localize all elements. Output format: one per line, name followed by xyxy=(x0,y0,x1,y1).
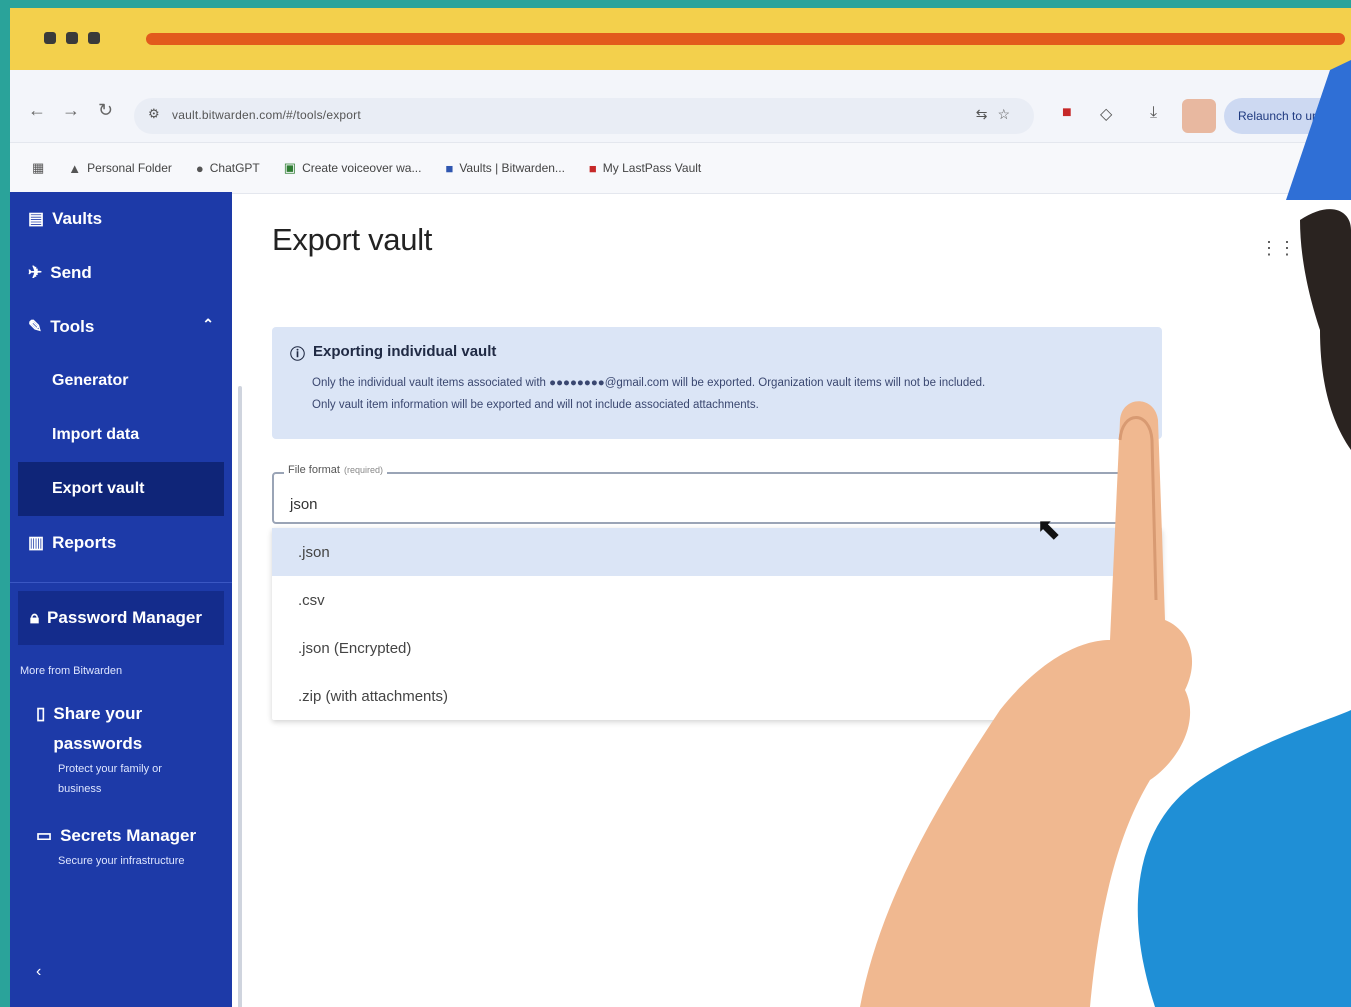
vault-icon: ▤ xyxy=(28,209,45,228)
title-bar xyxy=(10,8,1351,70)
format-option[interactable]: .csv xyxy=(272,576,1162,624)
wrench-icon: ✎ xyxy=(28,317,43,336)
send-icon: ✈ xyxy=(28,263,43,282)
promo-secrets-manager[interactable]: ▭ Secrets Manager Secure your infrastruc… xyxy=(10,815,232,887)
lastpass-icon: ■ xyxy=(588,160,597,176)
reload-icon[interactable]: ↻ xyxy=(98,100,113,121)
window-control-icon[interactable] xyxy=(66,32,78,44)
collapse-sidebar-icon[interactable]: ‹ xyxy=(36,963,41,981)
voiceover-site-icon: ▣ xyxy=(283,160,297,175)
field-label: File format (required) xyxy=(284,464,387,476)
select-box[interactable]: json xyxy=(272,472,1122,524)
promo-share-passwords[interactable]: ▯ Share your passwords Protect your fami… xyxy=(10,693,232,815)
folder-icon: ▲ xyxy=(68,160,82,176)
back-arrow-icon[interactable]: ← xyxy=(28,100,46,121)
sidebar-item-export-vault[interactable]: Export vault xyxy=(18,462,224,516)
browser-window: ← → ↻ ⚙ vault.bitwarden.com/#/tools/expo… xyxy=(10,70,1351,1007)
bookmark-item[interactable]: ■ Vaults | Bitwarden... xyxy=(445,161,564,176)
format-option[interactable]: .zip (with attachments) xyxy=(272,672,1162,720)
download-icon[interactable]: ⤓ xyxy=(1150,104,1157,122)
format-option[interactable]: .json xyxy=(272,528,1162,576)
main-content: Export vault ⋮⋮ ⓘ Exporting individual v… xyxy=(242,192,1351,1007)
share-icon: ▯ xyxy=(36,704,46,723)
chevron-up-icon[interactable]: ⌃ xyxy=(202,316,214,333)
page-title: Export vault xyxy=(272,222,433,257)
secrets-icon: ▭ xyxy=(36,826,53,845)
bookmark-item[interactable]: ▣ Create voiceover wa... xyxy=(284,160,422,176)
info-icon: ⓘ xyxy=(290,346,306,363)
translate-star-icons[interactable]: ⇆☆ xyxy=(976,106,1020,123)
product-grid-icon[interactable]: ⋮⋮ xyxy=(1260,238,1296,259)
callout-text: Only vault item information will be expo… xyxy=(312,399,759,411)
more-from-label: More from Bitwarden xyxy=(20,665,123,677)
bookmark-item[interactable]: ■ My LastPass Vault xyxy=(589,161,701,176)
apps-grid-icon[interactable]: ▦ xyxy=(32,160,44,176)
mouse-pointer-icon: ⬉ xyxy=(1036,513,1062,546)
address-url[interactable]: vault.bitwarden.com/#/tools/export xyxy=(172,108,361,122)
bookmark-item[interactable]: ● ChatGPT xyxy=(196,161,260,176)
extension-icon[interactable]: ■ xyxy=(1062,104,1072,122)
window-control-icon[interactable] xyxy=(44,32,56,44)
callout-text: Only the individual vault items associat… xyxy=(312,377,986,389)
window-controls xyxy=(44,32,100,44)
bookmark-item[interactable]: ▲ Personal Folder xyxy=(68,161,172,176)
sidebar-item-vaults[interactable]: ▤ Vaults xyxy=(10,192,232,246)
reports-icon: ▥ xyxy=(28,533,45,552)
file-format-select[interactable]: json File format (required) xyxy=(272,464,1162,526)
sidebar-item-generator[interactable]: Generator xyxy=(10,354,232,408)
browser-toolbar: ← → ↻ ⚙ vault.bitwarden.com/#/tools/expo… xyxy=(10,70,1351,143)
lock-icon: 🔒︎ xyxy=(30,608,40,627)
sidebar-item-send[interactable]: ✈ Send xyxy=(10,246,232,300)
bookmarks-bar: ▦ ▲ Personal Folder ● ChatGPT ▣ Create v… xyxy=(10,143,1351,194)
sidebar: ▤ Vaults ✈ Send ✎ Tools ⌃ Generator Impo… xyxy=(10,192,232,1007)
extension-puzzle-icon[interactable]: ◇ xyxy=(1100,104,1112,124)
chatgpt-icon: ● xyxy=(195,160,204,176)
orange-banner-bar xyxy=(146,33,1345,45)
info-callout: ⓘ Exporting individual vault Only the in… xyxy=(272,327,1162,439)
profile-avatar[interactable] xyxy=(1182,99,1216,133)
selected-value: json xyxy=(290,496,318,513)
user-avatar[interactable] xyxy=(1304,218,1346,260)
sidebar-item-import-data[interactable]: Import data xyxy=(10,408,232,462)
sidebar-item-reports[interactable]: ▥ Reports xyxy=(10,516,232,570)
forward-arrow-icon[interactable]: → xyxy=(62,100,80,121)
relaunch-button[interactable]: Relaunch to update xyxy=(1224,98,1344,134)
window-frame: ← → ↻ ⚙ vault.bitwarden.com/#/tools/expo… xyxy=(10,8,1351,1007)
address-bar[interactable]: ⚙ vault.bitwarden.com/#/tools/export ⇆☆ xyxy=(134,98,1034,134)
sidebar-divider xyxy=(10,582,232,583)
product-switcher-password-manager[interactable]: 🔒︎ Password Manager xyxy=(18,591,224,645)
sidebar-item-tools[interactable]: ✎ Tools ⌃ xyxy=(10,300,232,354)
format-option[interactable]: .json (Encrypted) xyxy=(272,624,1162,672)
bitwarden-icon: ■ xyxy=(445,160,454,176)
window-control-icon[interactable] xyxy=(88,32,100,44)
site-info-icon[interactable]: ⚙ xyxy=(148,106,160,122)
file-format-dropdown: .json .csv .json (Encrypted) .zip (with … xyxy=(272,528,1162,720)
